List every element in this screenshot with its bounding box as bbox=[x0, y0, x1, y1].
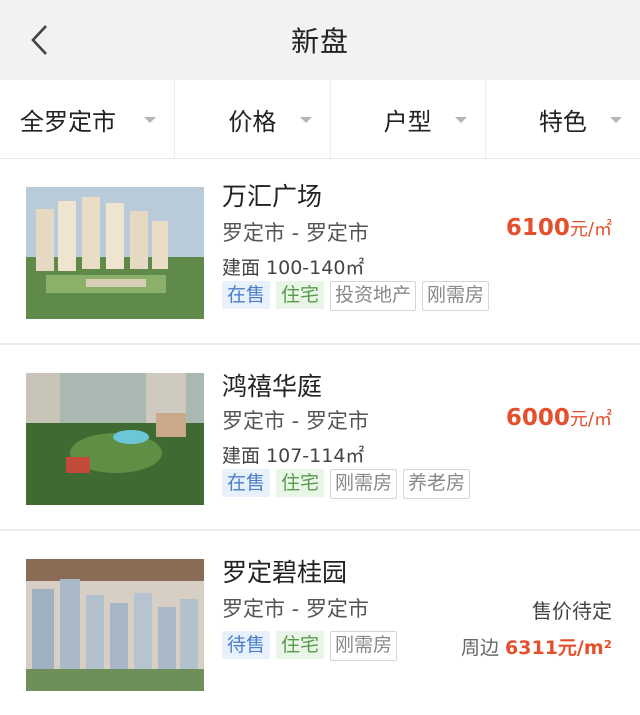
tag-list: 待售 住宅 刚需房 bbox=[222, 631, 398, 661]
property-price: 6000元/㎡ bbox=[506, 405, 612, 431]
tag-sale-status: 在售 bbox=[222, 469, 271, 497]
tag-feature: 养老房 bbox=[403, 469, 471, 499]
tag-list: 在售 住宅 刚需房 养老房 bbox=[222, 469, 471, 499]
tag-property-type: 住宅 bbox=[276, 631, 325, 659]
property-thumbnail bbox=[26, 373, 204, 505]
header-bar: 新盘 bbox=[0, 0, 640, 80]
property-location: 罗定市 - 罗定市 bbox=[222, 597, 369, 621]
filter-layout[interactable]: 户型 bbox=[331, 80, 486, 158]
tag-property-type: 住宅 bbox=[276, 469, 325, 497]
nearby-price-value: 6311元/m² bbox=[505, 637, 612, 659]
price-unit: 元/㎡ bbox=[569, 219, 612, 240]
property-location: 罗定市 - 罗定市 bbox=[222, 409, 369, 433]
nearby-price: 周边 6311元/m² bbox=[461, 633, 612, 660]
property-name: 罗定碧桂园 bbox=[222, 558, 348, 587]
chevron-down-icon bbox=[610, 117, 622, 123]
tag-feature: 刚需房 bbox=[330, 631, 398, 661]
chevron-down-icon bbox=[144, 117, 157, 123]
listing-item[interactable]: 罗定碧桂园 罗定市 - 罗定市 售价待定 待售 住宅 刚需房 周边 6311元/… bbox=[0, 531, 640, 715]
chevron-down-icon bbox=[454, 117, 467, 123]
tag-sale-status: 在售 bbox=[222, 281, 271, 309]
tag-list: 在售 住宅 投资地产 刚需房 bbox=[222, 281, 490, 311]
property-thumbnail bbox=[26, 187, 204, 319]
property-name: 万汇广场 bbox=[222, 182, 323, 211]
tag-property-type: 住宅 bbox=[276, 281, 325, 309]
filter-bar: 全罗定市 价格 户型 特色 bbox=[0, 80, 640, 159]
tag-feature: 投资地产 bbox=[330, 281, 417, 311]
page-title: 新盘 bbox=[290, 25, 349, 58]
filter-price-label: 价格 bbox=[228, 107, 277, 136]
filter-feature-label: 特色 bbox=[538, 107, 587, 136]
back-button[interactable] bbox=[22, 20, 58, 60]
nearby-label: 周边 bbox=[460, 637, 499, 659]
filter-layout-label: 户型 bbox=[383, 107, 432, 136]
tag-feature: 刚需房 bbox=[330, 469, 398, 499]
tag-feature: 刚需房 bbox=[422, 281, 490, 311]
filter-price[interactable]: 价格 bbox=[175, 80, 331, 158]
property-thumbnail bbox=[26, 559, 204, 691]
property-location: 罗定市 - 罗定市 bbox=[222, 221, 369, 245]
tag-sale-status: 待售 bbox=[222, 631, 271, 659]
property-name: 鸿禧华庭 bbox=[222, 372, 323, 401]
price-value: 6100 bbox=[505, 215, 570, 241]
property-area: 建面 100-140㎡ bbox=[222, 257, 365, 279]
filter-feature[interactable]: 特色 bbox=[486, 80, 640, 158]
filter-region-label: 全罗定市 bbox=[20, 107, 116, 136]
price-value: 6000 bbox=[505, 405, 570, 431]
filter-region[interactable]: 全罗定市 bbox=[0, 80, 176, 158]
property-price: 6100元/㎡ bbox=[506, 215, 612, 241]
price-status: 售价待定 bbox=[532, 599, 612, 623]
property-area: 建面 107-114㎡ bbox=[222, 445, 365, 467]
chevron-left-icon bbox=[31, 25, 47, 55]
chevron-down-icon bbox=[299, 117, 312, 123]
listing-item[interactable]: 鸿禧华庭 罗定市 - 罗定市 建面 107-114㎡ 6000元/㎡ 在售 住宅… bbox=[0, 345, 640, 531]
listing-item[interactable]: 万汇广场 罗定市 - 罗定市 建面 100-140㎡ 6100元/㎡ 在售 住宅… bbox=[0, 159, 640, 345]
price-unit: 元/㎡ bbox=[569, 409, 612, 430]
